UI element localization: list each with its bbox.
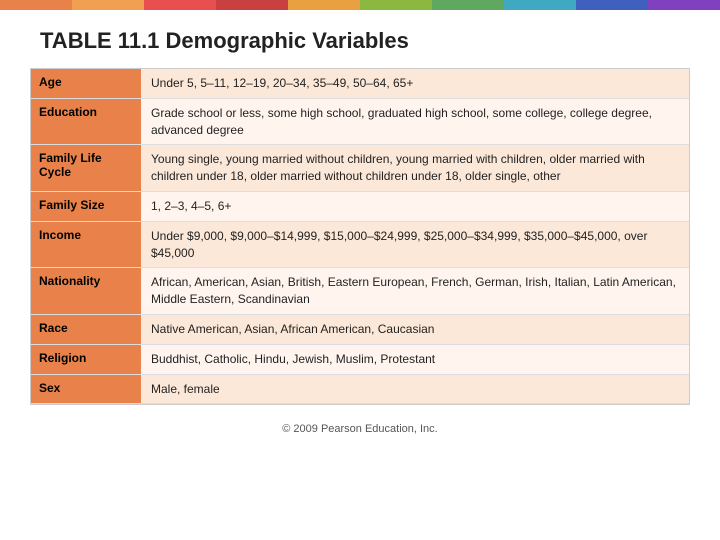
top-bar-segment-5 [360,0,432,10]
top-bar-segment-0 [0,0,72,10]
label-cell: Income [31,221,141,268]
label-cell: Race [31,314,141,344]
value-cell: Young single, young married without chil… [141,145,689,192]
table-row: EducationGrade school or less, some high… [31,98,689,145]
label-cell: Nationality [31,268,141,315]
value-cell: Grade school or less, some high school, … [141,98,689,145]
top-bar-segment-1 [72,0,144,10]
top-bar-segment-6 [432,0,504,10]
label-cell: Sex [31,374,141,404]
label-cell: Family Life Cycle [31,145,141,192]
top-bar [0,0,720,10]
label-cell: Education [31,98,141,145]
top-bar-segment-7 [504,0,576,10]
value-cell: Male, female [141,374,689,404]
table-row: SexMale, female [31,374,689,404]
top-bar-segment-9 [648,0,720,10]
value-cell: Under 5, 5–11, 12–19, 20–34, 35–49, 50–6… [141,69,689,98]
value-cell: 1, 2–3, 4–5, 6+ [141,191,689,221]
table-row: Family Life CycleYoung single, young mar… [31,145,689,192]
page-title: TABLE 11.1 Demographic Variables [0,10,720,68]
top-bar-segment-2 [144,0,216,10]
table-row: AgeUnder 5, 5–11, 12–19, 20–34, 35–49, 5… [31,69,689,98]
table-row: Family Size1, 2–3, 4–5, 6+ [31,191,689,221]
label-cell: Age [31,69,141,98]
value-cell: Native American, Asian, African American… [141,314,689,344]
top-bar-segment-4 [288,0,360,10]
label-cell: Family Size [31,191,141,221]
top-bar-segment-8 [576,0,648,10]
table-row: NationalityAfrican, American, Asian, Bri… [31,268,689,315]
footer: © 2009 Pearson Education, Inc. [0,423,720,435]
demographic-table: AgeUnder 5, 5–11, 12–19, 20–34, 35–49, 5… [31,69,689,404]
value-cell: Under $9,000, $9,000–$14,999, $15,000–$2… [141,221,689,268]
table-container: AgeUnder 5, 5–11, 12–19, 20–34, 35–49, 5… [30,68,690,405]
table-row: IncomeUnder $9,000, $9,000–$14,999, $15,… [31,221,689,268]
table-row: ReligionBuddhist, Catholic, Hindu, Jewis… [31,344,689,374]
value-cell: African, American, Asian, British, Easte… [141,268,689,315]
value-cell: Buddhist, Catholic, Hindu, Jewish, Musli… [141,344,689,374]
label-cell: Religion [31,344,141,374]
top-bar-segment-3 [216,0,288,10]
table-row: RaceNative American, Asian, African Amer… [31,314,689,344]
